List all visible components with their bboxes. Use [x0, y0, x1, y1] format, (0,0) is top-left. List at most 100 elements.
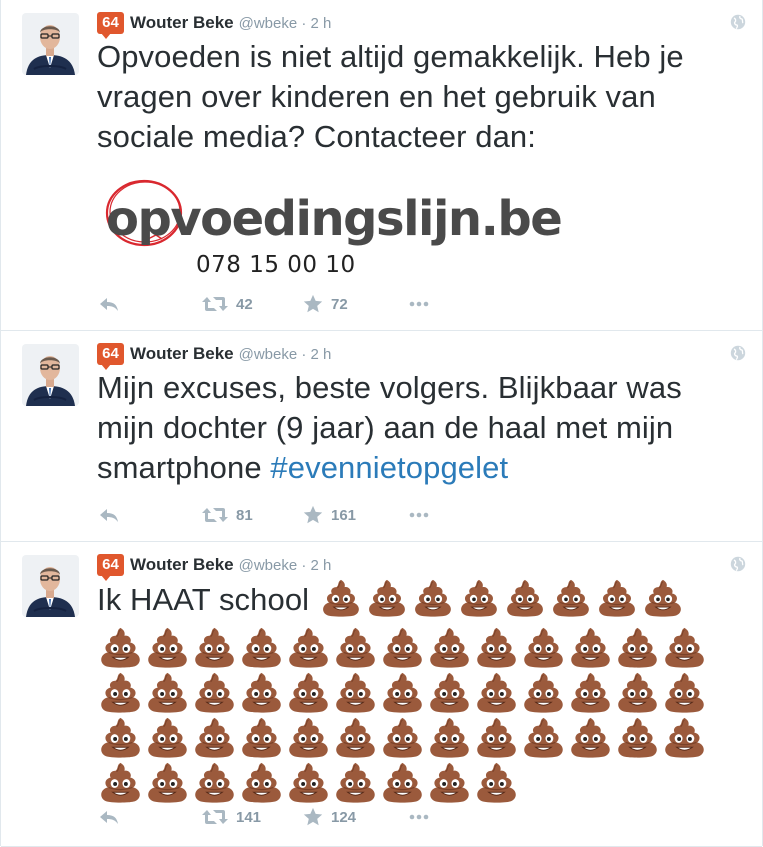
tweet[interactable]: 64 Wouter Beke @wbeke · 2 h Opvoeden is …	[1, 0, 762, 331]
retweet-icon	[201, 503, 229, 527]
timestamp[interactable]: 2 h	[311, 346, 332, 363]
more-button[interactable]	[406, 292, 432, 316]
avatar[interactable]	[22, 13, 79, 75]
reply-button[interactable]	[97, 503, 121, 527]
separator-dot: ·	[297, 14, 311, 32]
pile-of-poo-icon	[364, 578, 410, 618]
tweet-actions: 141 124	[97, 805, 762, 829]
reply-button[interactable]	[97, 292, 121, 316]
more-dots-icon	[406, 292, 432, 316]
pile-of-poo-icon	[285, 760, 332, 805]
more-dots-icon	[406, 805, 432, 829]
tweet-text: Opvoeden is niet altijd gemakkelijk. Heb…	[97, 39, 684, 154]
author-handle[interactable]: @wbeke	[239, 15, 298, 32]
more-dots-icon	[406, 503, 432, 527]
avatar[interactable]	[22, 344, 79, 406]
favorite-star-icon	[302, 293, 324, 315]
reply-button[interactable]	[97, 805, 121, 829]
pile-of-poo-icon	[640, 578, 686, 618]
pile-of-poo-icon	[614, 625, 661, 670]
pile-of-poo-icon	[379, 670, 426, 715]
pile-of-poo-icon	[520, 625, 567, 670]
author-handle[interactable]: @wbeke	[239, 557, 298, 574]
pile-of-poo-icon	[661, 625, 708, 670]
globe-icon	[730, 14, 746, 30]
pile-of-poo-icon	[473, 670, 520, 715]
inline-emoji-group	[318, 578, 686, 618]
favorite-star-icon	[302, 504, 324, 526]
author-name[interactable]: Wouter Beke	[130, 13, 234, 33]
pile-of-poo-icon	[97, 670, 144, 715]
pile-of-poo-icon	[426, 670, 473, 715]
more-button[interactable]	[406, 805, 432, 829]
pile-of-poo-icon	[473, 715, 520, 760]
retweet-button[interactable]: 81	[201, 503, 253, 527]
pile-of-poo-icon	[332, 715, 379, 760]
pile-of-poo-icon	[426, 760, 473, 805]
pile-of-poo-icon	[318, 578, 364, 618]
reply-icon	[97, 805, 121, 829]
tweet-actions: 42 72	[97, 292, 762, 316]
pile-of-poo-icon	[379, 715, 426, 760]
timestamp[interactable]: 2 h	[311, 15, 332, 32]
logo-phone: 078 15 00 10	[196, 252, 356, 278]
pile-of-poo-icon	[520, 715, 567, 760]
pile-of-poo-icon	[520, 670, 567, 715]
tweet-actions: 81 161	[97, 503, 762, 527]
author-name[interactable]: Wouter Beke	[130, 344, 234, 364]
emoji-row	[97, 670, 717, 715]
separator-dot: ·	[297, 556, 311, 574]
pile-of-poo-icon	[332, 625, 379, 670]
pile-of-poo-icon	[502, 578, 548, 618]
favorite-button[interactable]: 124	[302, 805, 356, 829]
pile-of-poo-icon	[97, 715, 144, 760]
pile-of-poo-icon	[614, 715, 661, 760]
author-name[interactable]: Wouter Beke	[130, 555, 234, 575]
more-button[interactable]	[406, 503, 432, 527]
tweet-header: 64 Wouter Beke @wbeke · 2 h	[97, 554, 332, 581]
pile-of-poo-icon	[238, 715, 285, 760]
pile-of-poo-icon	[191, 625, 238, 670]
emoji-grid	[97, 625, 717, 805]
opvoedingslijn-logo[interactable]: opvoedingslijn.be 078 15 00 10	[104, 173, 574, 288]
timestamp[interactable]: 2 h	[311, 557, 332, 574]
pile-of-poo-icon	[144, 715, 191, 760]
pile-of-poo-icon	[661, 670, 708, 715]
tweet-text-body: Ik HAAT school	[97, 582, 310, 617]
tweet-header: 64 Wouter Beke @wbeke · 2 h	[97, 12, 332, 39]
separator-dot: ·	[297, 345, 311, 363]
retweet-button[interactable]: 141	[201, 805, 261, 829]
retweet-button[interactable]: 42	[201, 292, 253, 316]
pile-of-poo-icon	[238, 625, 285, 670]
emoji-row	[97, 715, 717, 760]
timeline: 64 Wouter Beke @wbeke · 2 h Opvoeden is …	[0, 0, 763, 847]
avatar[interactable]	[22, 555, 79, 617]
pile-of-poo-icon	[567, 715, 614, 760]
badge: 64	[97, 343, 124, 370]
pile-of-poo-icon	[410, 578, 456, 618]
pile-of-poo-icon	[614, 670, 661, 715]
pile-of-poo-icon	[332, 670, 379, 715]
author-handle[interactable]: @wbeke	[239, 346, 298, 363]
tweet[interactable]: 64 Wouter Beke @wbeke · 2 h Ik HAAT scho…	[1, 542, 762, 847]
favorite-count: 161	[331, 506, 357, 524]
pile-of-poo-icon	[238, 670, 285, 715]
pile-of-poo-icon	[379, 625, 426, 670]
pile-of-poo-icon	[97, 760, 144, 805]
pile-of-poo-icon	[285, 670, 332, 715]
favorite-button[interactable]: 161	[302, 503, 356, 527]
pile-of-poo-icon	[332, 760, 379, 805]
reply-icon	[97, 292, 121, 316]
favorite-button[interactable]: 72	[302, 292, 348, 316]
favorite-star-icon	[302, 806, 324, 828]
pile-of-poo-icon	[473, 625, 520, 670]
tweet[interactable]: 64 Wouter Beke @wbeke · 2 h Mijn excuses…	[1, 331, 762, 542]
retweet-count: 42	[236, 295, 253, 313]
pile-of-poo-icon	[567, 670, 614, 715]
pile-of-poo-icon	[285, 715, 332, 760]
hashtag-link[interactable]: #evennietopgelet	[270, 450, 508, 485]
pile-of-poo-icon	[426, 625, 473, 670]
pile-of-poo-icon	[97, 625, 144, 670]
logo-text: opvoedingslijn.be	[106, 191, 563, 247]
emoji-row	[97, 625, 717, 670]
